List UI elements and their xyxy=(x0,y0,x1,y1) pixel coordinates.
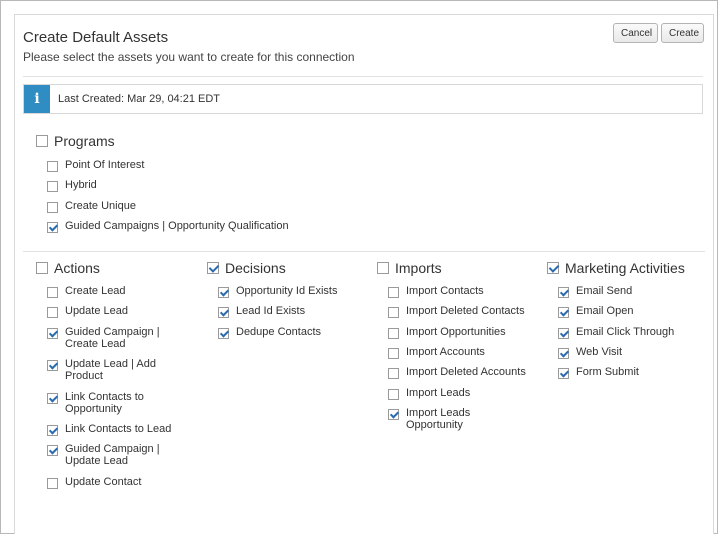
guided-campaigns-opportunity-qualification-label[interactable]: Guided Campaigns | Opportunity Qualifica… xyxy=(65,220,289,232)
update-lead-add-product-label[interactable]: Update Lead | Add Product xyxy=(65,358,156,382)
imports-checkbox[interactable] xyxy=(377,262,389,274)
import-opportunities-checkbox[interactable] xyxy=(388,327,399,339)
import-leads-label[interactable]: Import Leads xyxy=(406,387,470,399)
import-leads-checkbox[interactable] xyxy=(388,388,399,400)
info-icon: i xyxy=(24,85,50,113)
email-send-label[interactable]: Email Send xyxy=(576,285,632,297)
divider xyxy=(23,76,703,77)
dialog-title: Create Default Assets xyxy=(23,29,169,46)
import-accounts-checkbox[interactable] xyxy=(388,347,399,359)
import-accounts-label[interactable]: Import Accounts xyxy=(406,346,485,358)
dialog-panel: Create Default Assets Please select the … xyxy=(14,14,714,534)
import-leads-opportunity-label[interactable]: Import Leads Opportunity xyxy=(406,407,470,431)
link-contacts-to-opportunity-checkbox[interactable] xyxy=(47,392,58,404)
import-deleted-accounts-label[interactable]: Import Deleted Accounts xyxy=(406,366,526,378)
import-deleted-contacts-label[interactable]: Import Deleted Contacts xyxy=(406,305,525,317)
guided-campaign-update-lead-checkbox[interactable] xyxy=(47,445,58,457)
email-send-checkbox[interactable] xyxy=(558,287,569,298)
email-open-label[interactable]: Email Open xyxy=(576,305,633,317)
lead-id-exists-label[interactable]: Lead Id Exists xyxy=(236,305,305,317)
web-visit-label[interactable]: Web Visit xyxy=(576,346,622,358)
guided-campaign-create-lead-checkbox[interactable] xyxy=(47,327,58,339)
import-leads-opportunity-checkbox[interactable] xyxy=(388,408,399,420)
point-of-interest-checkbox[interactable] xyxy=(47,161,58,172)
create-lead-label[interactable]: Create Lead xyxy=(65,285,126,297)
email-click-through-checkbox[interactable] xyxy=(558,327,569,339)
link-contacts-to-lead-checkbox[interactable] xyxy=(47,425,58,437)
update-contact-checkbox[interactable] xyxy=(47,477,58,489)
opportunity-id-exists-checkbox[interactable] xyxy=(218,287,229,298)
dialog-subtitle: Please select the assets you want to cre… xyxy=(23,50,355,64)
guided-campaigns-opportunity-qualification-checkbox[interactable] xyxy=(47,221,58,233)
marketing-activities-checkbox[interactable] xyxy=(547,262,559,274)
import-deleted-accounts-checkbox[interactable] xyxy=(388,368,399,380)
create-unique-checkbox[interactable] xyxy=(47,201,58,213)
link-contacts-to-opportunity-label[interactable]: Link Contacts to Opportunity xyxy=(65,391,144,415)
web-visit-checkbox[interactable] xyxy=(558,347,569,359)
opportunity-id-exists-label[interactable]: Opportunity Id Exists xyxy=(236,285,338,297)
create-unique-label[interactable]: Create Unique xyxy=(65,200,136,212)
dedupe-contacts-label[interactable]: Dedupe Contacts xyxy=(236,326,321,338)
update-contact-label[interactable]: Update Contact xyxy=(65,476,141,488)
divider xyxy=(23,251,705,252)
decisions-label[interactable]: Decisions xyxy=(225,260,286,276)
marketing-activities-label[interactable]: Marketing Activities xyxy=(565,260,685,276)
decisions-checkbox[interactable] xyxy=(207,262,219,274)
link-contacts-to-lead-label[interactable]: Link Contacts to Lead xyxy=(65,423,171,435)
lead-id-exists-checkbox[interactable] xyxy=(218,307,229,319)
form-submit-label[interactable]: Form Submit xyxy=(576,366,639,378)
email-click-through-label[interactable]: Email Click Through xyxy=(576,326,674,338)
hybrid-label[interactable]: Hybrid xyxy=(65,179,97,191)
actions-label[interactable]: Actions xyxy=(54,260,100,276)
guided-campaign-create-lead-label[interactable]: Guided Campaign | Create Lead xyxy=(65,326,160,350)
programs-checkbox[interactable] xyxy=(36,135,48,147)
create-lead-checkbox[interactable] xyxy=(47,287,58,298)
imports-label[interactable]: Imports xyxy=(395,260,442,276)
dialog-frame: Create Default Assets Please select the … xyxy=(0,0,718,534)
form-submit-checkbox[interactable] xyxy=(558,368,569,380)
guided-campaign-update-lead-label[interactable]: Guided Campaign | Update Lead xyxy=(65,443,160,467)
create-button[interactable]: Create xyxy=(661,23,704,43)
import-deleted-contacts-checkbox[interactable] xyxy=(388,307,399,319)
update-lead-add-product-checkbox[interactable] xyxy=(47,360,58,372)
last-created-text: Last Created: Mar 29, 04:21 EDT xyxy=(58,93,221,105)
import-opportunities-label[interactable]: Import Opportunities xyxy=(406,326,506,338)
programs-label[interactable]: Programs xyxy=(54,133,115,149)
update-lead-label[interactable]: Update Lead xyxy=(65,305,128,317)
dedupe-contacts-checkbox[interactable] xyxy=(218,327,229,339)
point-of-interest-label[interactable]: Point Of Interest xyxy=(65,159,144,171)
cancel-button[interactable]: Cancel xyxy=(613,23,658,43)
update-lead-checkbox[interactable] xyxy=(47,307,58,319)
info-banner: i Last Created: Mar 29, 04:21 EDT xyxy=(23,84,703,114)
hybrid-checkbox[interactable] xyxy=(47,181,58,193)
email-open-checkbox[interactable] xyxy=(558,307,569,319)
import-contacts-checkbox[interactable] xyxy=(388,287,399,298)
import-contacts-label[interactable]: Import Contacts xyxy=(406,285,484,297)
actions-checkbox[interactable] xyxy=(36,262,48,274)
